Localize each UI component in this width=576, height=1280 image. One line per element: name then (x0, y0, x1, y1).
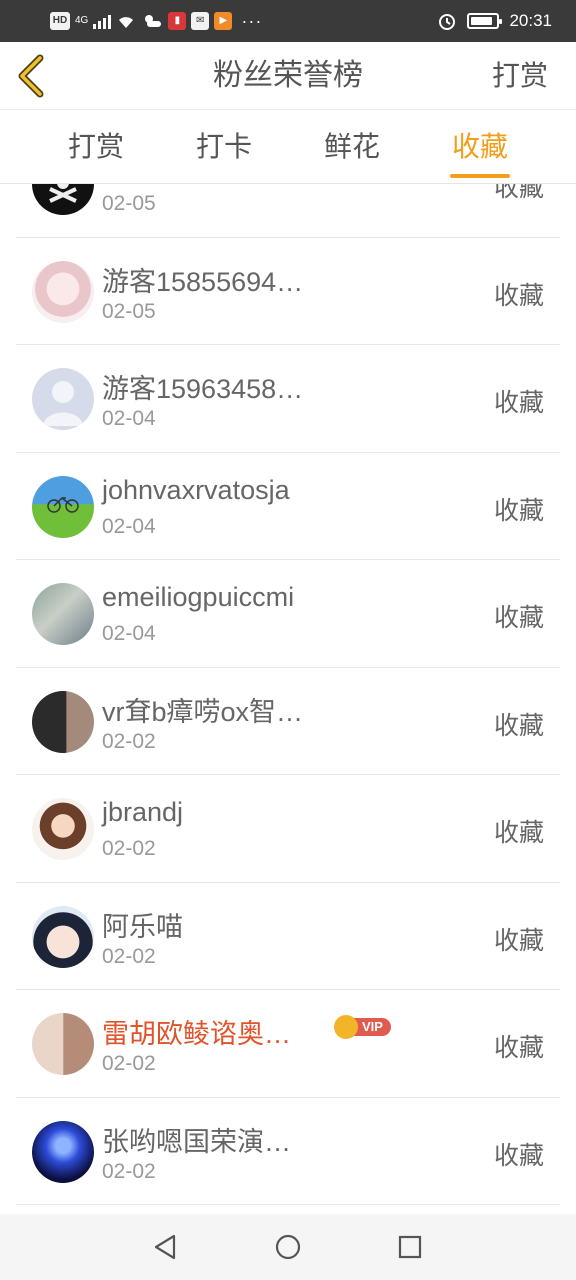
list-item[interactable]: jbrandj 02-02 收藏 (16, 775, 560, 883)
user-name: 游客15855694… (102, 266, 304, 297)
date: 02-04 (102, 514, 156, 538)
user-name: 张哟嗯国荣演… (102, 1126, 291, 1157)
system-nav-bar (0, 1214, 576, 1280)
avatar (32, 905, 94, 968)
list-item[interactable]: vr耷b瘴唠ox智… 02-02 收藏 (16, 668, 560, 775)
user-name: 阿乐喵 (102, 911, 183, 942)
user-name: johnvaxrvatosja (102, 474, 290, 505)
tab-favorites[interactable]: 收藏 (430, 110, 530, 184)
action-label: 收藏 (493, 184, 544, 202)
list-item[interactable]: emeiliogpuiccmi 02-04 收藏 (16, 560, 560, 668)
action-label: 收藏 (493, 711, 544, 740)
list-item[interactable]: 雷胡欧鲮谘奥… VIP 02-02 收藏 (16, 990, 560, 1098)
avatar (32, 184, 94, 215)
action-label: 收藏 (493, 1141, 544, 1170)
user-name: vr耷b瘴唠ox智… (102, 696, 304, 727)
more-notifications: ··· (241, 10, 263, 31)
user-name: 游客15963458… (102, 374, 304, 404)
network-type: 4G (75, 15, 89, 26)
date: 02-02 (102, 944, 156, 968)
mail-icon: ✉ (191, 12, 210, 30)
signal-icon (93, 13, 112, 29)
action-label: 收藏 (493, 389, 544, 417)
tab-reward[interactable]: 打赏 (46, 110, 146, 184)
status-bar: HD 4G ▮ ✉ ▶ ··· 20:31 (0, 0, 576, 42)
action-label: 收藏 (493, 604, 544, 632)
page-title: 粉丝荣誉榜 (213, 59, 363, 92)
avatar (32, 690, 94, 753)
alarm-icon (439, 14, 456, 30)
tab-label: 打赏 (67, 131, 124, 162)
date: 02-02 (102, 729, 156, 753)
back-triangle-icon[interactable] (150, 1232, 180, 1262)
tab-checkin[interactable]: 打卡 (174, 110, 274, 184)
list-item[interactable]: 02-05 收藏 (16, 184, 560, 238)
crown-icon (334, 1015, 358, 1039)
date: 02-04 (102, 622, 156, 645)
date: 02-05 (102, 192, 156, 215)
list-item[interactable]: johnvaxrvatosja 02-04 收藏 (16, 453, 560, 560)
clock: 20:31 (509, 11, 552, 30)
wifi-icon (119, 17, 134, 28)
reward-button[interactable]: 打赏 (492, 42, 548, 110)
date: 02-02 (102, 837, 156, 860)
action-label: 收藏 (493, 496, 544, 525)
date: 02-02 (102, 1159, 156, 1183)
tab-label: 打卡 (195, 131, 252, 162)
date: 02-04 (102, 407, 156, 430)
avatar (32, 583, 94, 645)
video-icon: ▶ (214, 12, 233, 30)
tab-label: 鲜花 (323, 131, 380, 162)
avatar (32, 1013, 94, 1075)
tab-indicator (450, 174, 510, 178)
app-notification-icon: ▮ (168, 12, 187, 30)
avatar (32, 475, 94, 538)
date: 02-02 (102, 1052, 156, 1075)
action-label: 收藏 (493, 926, 544, 955)
avatar (32, 1120, 94, 1183)
recent-square-icon[interactable] (395, 1232, 425, 1262)
avatar (32, 368, 94, 430)
home-circle-icon[interactable] (273, 1232, 303, 1262)
user-name: emeiliogpuiccmi (102, 582, 295, 612)
action-label: 收藏 (493, 1034, 544, 1062)
user-name: jbrandj (102, 797, 184, 827)
battery-icon (467, 13, 503, 29)
tab-bar: 打赏 打卡 鲜花 收藏 (0, 110, 576, 184)
avatar (32, 260, 94, 323)
user-name: 雷胡欧鲮谘奥… (102, 1019, 291, 1049)
vip-badge: VIP (334, 1015, 391, 1039)
action-label: 收藏 (493, 819, 544, 847)
header: 粉丝荣誉榜 打赏 (0, 42, 576, 110)
list-item[interactable]: 张哟嗯国荣演… 02-02 收藏 (16, 1098, 560, 1205)
tab-flowers[interactable]: 鲜花 (302, 110, 402, 184)
hd-icon: HD (50, 12, 70, 30)
fan-list[interactable]: 02-05 收藏 游客15855694… 02-05 收藏 游客15963458… (0, 184, 576, 1214)
avatar (32, 798, 94, 860)
date: 02-05 (102, 299, 156, 323)
list-item[interactable]: 游客15963458… 02-04 收藏 (16, 345, 560, 453)
action-label: 收藏 (493, 281, 544, 310)
weather-icon (145, 15, 162, 27)
list-item[interactable]: 游客15855694… 02-05 收藏 (16, 238, 560, 345)
tab-label: 收藏 (451, 131, 508, 162)
list-item[interactable]: 阿乐喵 02-02 收藏 (16, 883, 560, 990)
